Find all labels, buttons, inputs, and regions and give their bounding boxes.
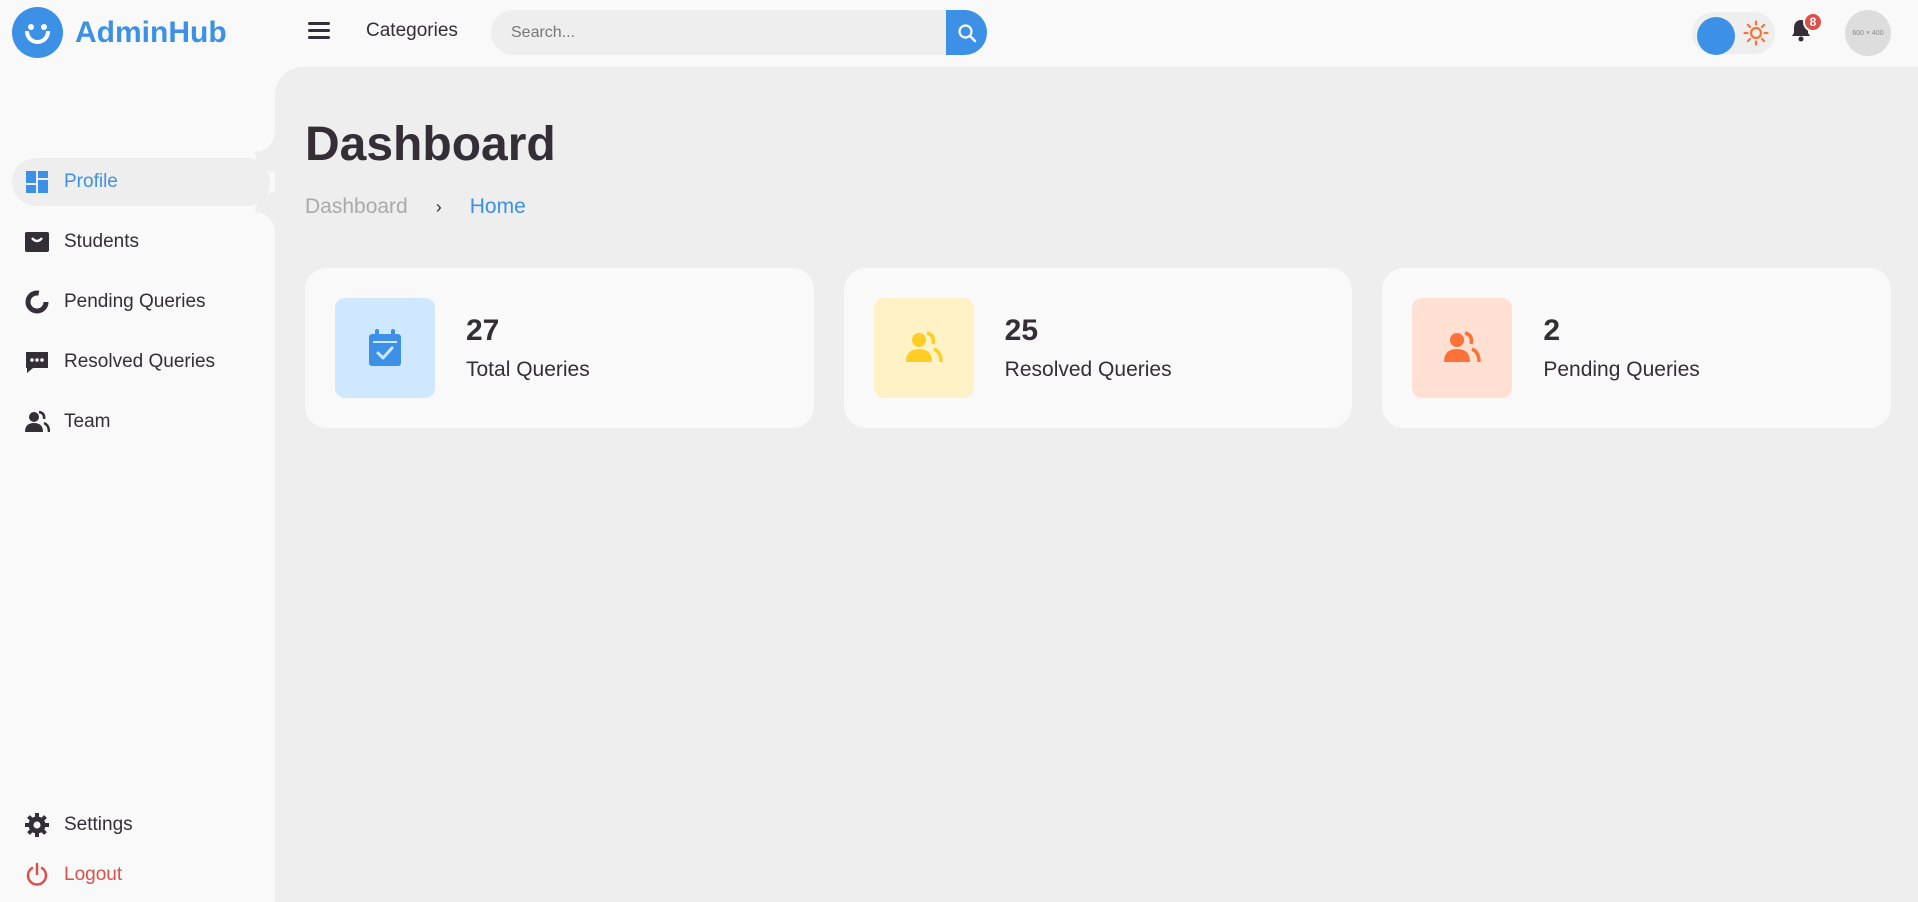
nav-link-categories[interactable]: Categories <box>366 20 458 42</box>
notification-count-badge: 8 <box>1803 12 1823 32</box>
group-icon <box>24 409 50 435</box>
group-icon <box>1412 298 1513 398</box>
sidebar-item-label: Logout <box>64 864 123 885</box>
shopping-bag-icon <box>24 229 50 255</box>
search-input[interactable] <box>491 10 946 55</box>
sidebar-item-label: Resolved Queries <box>64 351 216 372</box>
sidebar-item-label: Profile <box>64 171 118 192</box>
breadcrumb: Dashboard › Home <box>305 195 526 219</box>
search-button[interactable] <box>946 10 987 55</box>
avatar[interactable]: 600 × 400 <box>1845 10 1891 56</box>
sidebar-item-label: Pending Queries <box>64 291 206 312</box>
toggle-knob <box>1697 17 1735 55</box>
stat-value: 2 <box>1543 314 1561 347</box>
stat-card-total-queries: 27 Total Queries <box>305 268 814 428</box>
stat-value: 25 <box>1004 314 1039 347</box>
main-content: Dashboard Dashboard › Home 27 Total Quer… <box>275 67 1918 902</box>
sidebar-item-students[interactable]: Students <box>0 212 275 272</box>
sidebar-item-settings[interactable]: Settings <box>0 800 275 850</box>
stats-boxes: 27 Total Queries 25 Resolved Queries 2 P… <box>305 268 1892 428</box>
brand[interactable]: AdminHub <box>12 7 227 58</box>
brand-name: AdminHub <box>75 15 227 49</box>
sidebar-item-resolved-queries[interactable]: Resolved Queries <box>0 332 275 392</box>
breadcrumb-item-dashboard[interactable]: Dashboard <box>305 195 408 219</box>
chevron-right-icon: › <box>435 196 442 217</box>
stat-label: Pending Queries <box>1543 358 1700 381</box>
sidebar-item-label: Students <box>64 231 139 252</box>
notification-button[interactable]: 8 <box>1790 12 1823 44</box>
sidebar-item-team[interactable]: Team <box>0 392 275 452</box>
stat-label: Resolved Queries <box>1004 358 1172 381</box>
message-dots-icon <box>24 349 50 375</box>
sun-icon <box>1743 20 1769 46</box>
calendar-check-icon <box>335 298 435 398</box>
breadcrumb-item-home[interactable]: Home <box>470 195 526 219</box>
hamburger-menu-icon[interactable] <box>308 22 330 40</box>
search-form <box>491 10 987 55</box>
page-title: Dashboard <box>305 118 556 171</box>
stat-card-resolved-queries: 25 Resolved Queries <box>843 268 1353 428</box>
group-icon <box>873 298 974 398</box>
smiley-logo-icon <box>12 7 63 58</box>
stat-label: Total Queries <box>466 358 590 381</box>
dashboard-icon <box>24 169 50 195</box>
gear-icon <box>24 812 50 838</box>
sidebar-item-logout[interactable]: Logout <box>0 850 275 900</box>
stat-value: 27 <box>466 314 500 347</box>
side-menu: Profile Students Pending Queries Resolve… <box>0 152 275 452</box>
sidebar: AdminHub Profile Students Pending Querie… <box>0 0 275 902</box>
sidebar-item-label: Settings <box>64 814 133 835</box>
sidebar-item-pending-queries[interactable]: Pending Queries <box>0 272 275 332</box>
side-menu-bottom: Settings Logout <box>0 800 275 900</box>
doughnut-chart-icon <box>24 289 50 315</box>
sidebar-item-label: Team <box>64 411 111 432</box>
power-icon <box>24 862 50 888</box>
top-nav: Categories 8 600 × 400 <box>275 0 1918 67</box>
search-icon <box>957 23 976 42</box>
sidebar-item-profile[interactable]: Profile <box>0 152 275 212</box>
stat-card-pending-queries: 2 Pending Queries <box>1382 268 1892 428</box>
theme-toggle[interactable] <box>1692 12 1775 55</box>
